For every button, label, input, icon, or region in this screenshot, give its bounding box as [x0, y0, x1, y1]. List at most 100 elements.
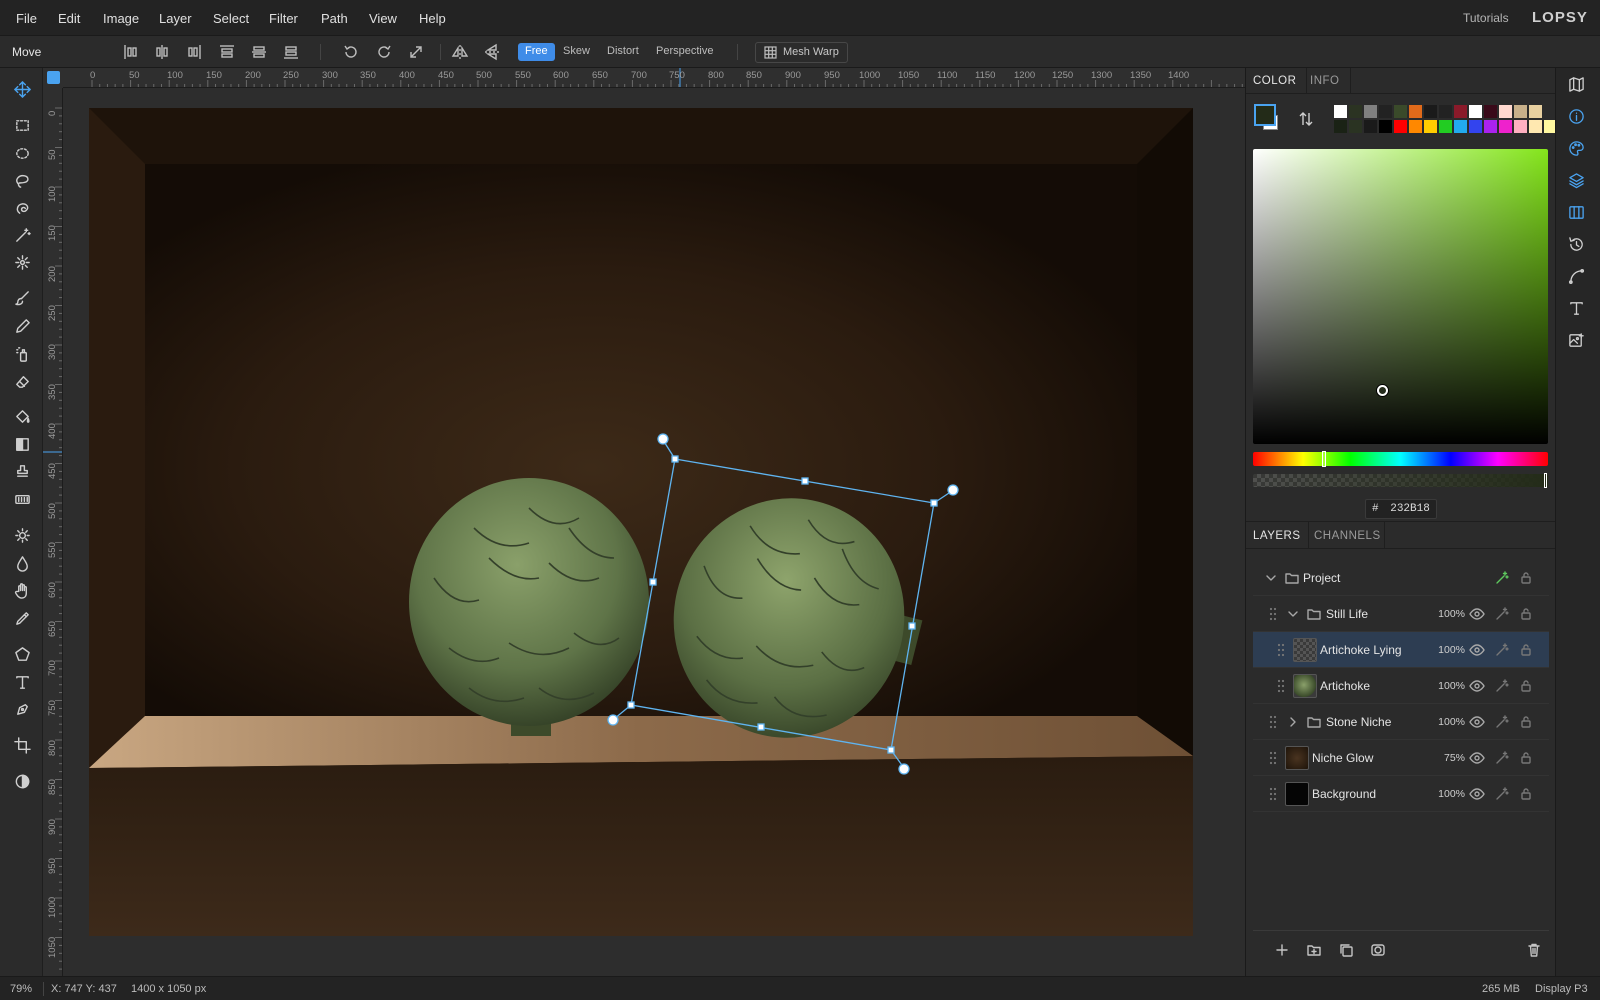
color-swatch[interactable] [1454, 105, 1467, 118]
color-swatch[interactable] [1379, 120, 1392, 133]
layer-opacity[interactable]: 75% [1437, 752, 1465, 764]
quick-select-icon[interactable] [11, 251, 33, 273]
menu-path[interactable]: Path [321, 11, 348, 26]
tab-layers[interactable]: LAYERS [1253, 530, 1301, 542]
layer-name[interactable]: Artichoke Lying [1320, 643, 1402, 657]
layer-name[interactable]: Background [1312, 787, 1376, 801]
magic-effects-icon[interactable] [1494, 642, 1510, 658]
eye-icon[interactable] [1469, 642, 1485, 658]
healing-icon[interactable] [11, 488, 33, 510]
eyedropper-icon[interactable] [11, 607, 33, 629]
lock-icon[interactable] [1518, 570, 1534, 586]
magic-effects-icon[interactable] [1494, 786, 1510, 802]
delete-layer-icon[interactable] [1526, 942, 1544, 960]
color-swatch[interactable] [1364, 105, 1377, 118]
paint-bucket-icon[interactable] [11, 405, 33, 427]
layer-opacity[interactable]: 100% [1437, 716, 1465, 728]
gradient-icon[interactable] [11, 433, 33, 455]
rotate-right-icon[interactable] [375, 43, 393, 61]
color-swatch[interactable] [1379, 105, 1392, 118]
shape-icon[interactable] [11, 643, 33, 665]
color-swatch[interactable] [1394, 105, 1407, 118]
chevron-down-icon[interactable] [1263, 570, 1279, 586]
magic-effects-icon[interactable] [1494, 678, 1510, 694]
menu-help[interactable]: Help [419, 11, 446, 26]
layers-icon[interactable] [1568, 172, 1588, 192]
menu-select[interactable]: Select [213, 11, 249, 26]
lasso-icon[interactable] [11, 169, 33, 191]
lock-icon[interactable] [1518, 714, 1534, 730]
layer-opacity[interactable]: 100% [1437, 680, 1465, 692]
color-swatch[interactable] [1499, 105, 1512, 118]
menu-filter[interactable]: Filter [269, 11, 298, 26]
color-swatch[interactable] [1499, 120, 1512, 133]
align-right-icon[interactable] [185, 43, 203, 61]
drag-handle-icon[interactable] [1265, 750, 1281, 766]
layer-row-background[interactable]: Background 100% [1253, 776, 1549, 812]
transform-mode-perspective[interactable]: Perspective [649, 43, 720, 61]
tab-info[interactable]: INFO [1310, 75, 1339, 87]
menu-view[interactable]: View [369, 11, 397, 26]
chevron-right-icon[interactable] [1285, 714, 1301, 730]
lock-icon[interactable] [1518, 750, 1534, 766]
document-canvas[interactable] [89, 108, 1193, 936]
drag-handle-icon[interactable] [1273, 678, 1289, 694]
color-palette-icon[interactable] [1568, 140, 1588, 160]
color-swatch[interactable] [1469, 105, 1482, 118]
add-layer-icon[interactable] [1274, 942, 1292, 960]
lock-icon[interactable] [1518, 642, 1534, 658]
layer-name[interactable]: Still Life [1326, 607, 1368, 621]
magic-effects-icon[interactable] [1494, 606, 1510, 622]
eye-icon[interactable] [1469, 606, 1485, 622]
align-bottom-icon[interactable] [282, 43, 300, 61]
color-swatch[interactable] [1484, 120, 1497, 133]
magic-wand-icon[interactable] [11, 224, 33, 246]
transform-mode-skew[interactable]: Skew [556, 43, 597, 61]
layer-row-project[interactable]: Project [1253, 560, 1549, 596]
color-swatch[interactable] [1484, 105, 1497, 118]
color-swatch[interactable] [1514, 105, 1527, 118]
zoom-level[interactable]: 79% [10, 983, 32, 995]
layer-opacity[interactable]: 100% [1437, 644, 1465, 656]
channels-icon[interactable] [1568, 204, 1588, 224]
brush-icon[interactable] [11, 287, 33, 309]
lock-icon[interactable] [1518, 606, 1534, 622]
color-swatch[interactable] [1334, 120, 1347, 133]
menu-file[interactable]: File [16, 11, 37, 26]
pen-tool-icon[interactable] [11, 698, 33, 720]
pencil-icon[interactable] [11, 315, 33, 337]
lock-icon[interactable] [1518, 786, 1534, 802]
color-swatch[interactable] [1349, 120, 1362, 133]
color-swatch[interactable] [1454, 120, 1467, 133]
lock-icon[interactable] [1518, 678, 1534, 694]
text-tool-icon[interactable] [11, 671, 33, 693]
magic-effects-icon[interactable] [1494, 570, 1510, 586]
alpha-slider-handle[interactable] [1544, 473, 1547, 488]
alpha-slider[interactable] [1253, 473, 1548, 488]
drag-handle-icon[interactable] [1273, 642, 1289, 658]
layer-row-artichoke-lying[interactable]: Artichoke Lying 100% [1253, 632, 1549, 668]
magic-effects-icon[interactable] [1494, 750, 1510, 766]
color-swatch[interactable] [1424, 105, 1437, 118]
layer-name[interactable]: Niche Glow [1312, 751, 1373, 765]
transform-mode-distort[interactable]: Distort [600, 43, 646, 61]
mesh-warp-button[interactable]: Mesh Warp [755, 42, 848, 63]
blur-icon[interactable] [11, 552, 33, 574]
picker-cursor[interactable] [1377, 385, 1388, 396]
contrast-icon[interactable] [11, 770, 33, 792]
color-swatch[interactable] [1439, 105, 1452, 118]
color-swatch[interactable] [1409, 120, 1422, 133]
menu-edit[interactable]: Edit [58, 11, 80, 26]
foreground-color-swatch[interactable] [1254, 104, 1276, 126]
eye-icon[interactable] [1469, 678, 1485, 694]
color-swatch[interactable] [1364, 120, 1377, 133]
layer-name[interactable]: Stone Niche [1326, 715, 1391, 729]
align-left-icon[interactable] [122, 43, 140, 61]
transform-mode-free[interactable]: Free [518, 43, 555, 61]
color-swatch[interactable] [1349, 105, 1362, 118]
hue-slider-handle[interactable] [1322, 451, 1326, 467]
move-tool-icon[interactable] [11, 78, 33, 100]
tab-color[interactable]: COLOR [1253, 75, 1296, 87]
hand-icon[interactable] [11, 579, 33, 601]
paths-icon[interactable] [1568, 268, 1588, 288]
